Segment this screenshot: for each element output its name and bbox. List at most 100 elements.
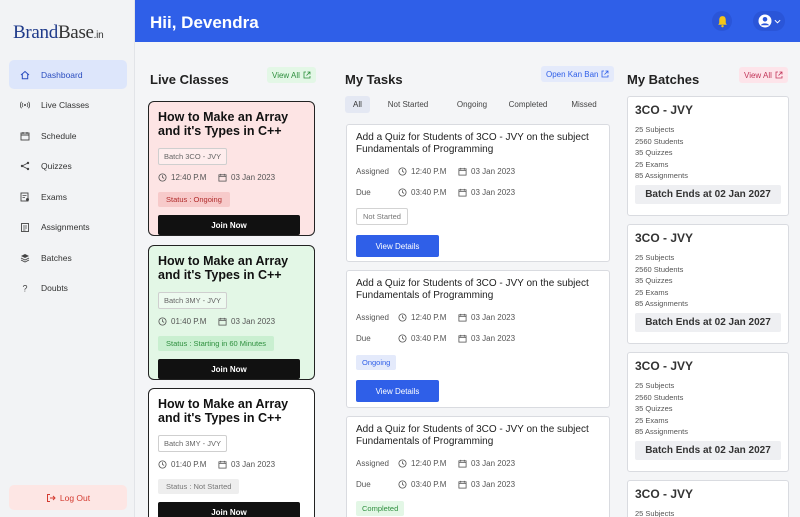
live-classes-view-all-link[interactable]: View All	[267, 67, 316, 83]
clock-icon	[398, 312, 407, 322]
task-card: Add a Quiz for Students of 3CO - JVY on …	[346, 270, 610, 408]
live-class-card: How to Make an Array and it's Types in C…	[148, 388, 315, 517]
sidebar-item-live-classes[interactable]: Live Classes	[9, 91, 127, 120]
task-title: Add a Quiz for Students of 3CO - JVY on …	[356, 278, 589, 301]
broadcast-icon	[17, 97, 33, 113]
batch-exams: 25 Exams	[635, 159, 669, 169]
assigned-date: 03 Jan 2023	[471, 166, 516, 176]
tab-not-started[interactable]: Not Started	[370, 96, 446, 113]
due-label: Due	[356, 479, 371, 489]
sidebar-item-label: Live Classes	[41, 100, 90, 110]
external-link-icon	[775, 71, 783, 79]
clock-icon	[398, 333, 407, 343]
assigned-time: 12:40 P.M	[411, 312, 447, 322]
class-date: 03 Jan 2023	[231, 317, 276, 326]
batch-card[interactable]: 3CO - JVY 25 Subjects 2560 Students 35 Q…	[627, 352, 789, 472]
svg-text:?: ?	[23, 284, 28, 294]
view-details-button[interactable]: View Details	[356, 235, 439, 257]
join-now-button[interactable]: Join Now	[158, 502, 300, 517]
notifications-button[interactable]	[712, 11, 732, 31]
assignment-icon	[17, 219, 33, 235]
task-title: Add a Quiz for Students of 3CO - JVY on …	[356, 132, 589, 155]
logout-label: Log Out	[59, 492, 91, 503]
sidebar-item-exams[interactable]: Exams	[9, 182, 127, 211]
class-title: How to Make an Array and it's Types in C…	[158, 397, 289, 425]
batch-end-date: Batch Ends at 02 Jan 2027	[635, 184, 781, 204]
due-label: Due	[356, 187, 371, 197]
batch-chip: Batch 3MY - JVY	[158, 435, 227, 452]
clock-icon	[398, 479, 407, 489]
profile-menu[interactable]	[753, 11, 785, 31]
class-title: How to Make an Array and it's Types in C…	[158, 254, 289, 282]
assigned-date: 03 Jan 2023	[471, 458, 516, 468]
exam-icon	[17, 189, 33, 205]
greeting: Hii, Devendra	[150, 13, 259, 32]
batch-exams: 25 Exams	[635, 287, 669, 297]
class-time: 01:40 P.M	[171, 460, 207, 469]
sidebar-item-schedule[interactable]: Schedule	[9, 121, 127, 150]
batch-chip: Batch 3CO - JVY	[158, 148, 228, 165]
sidebar-item-label: Doubts	[41, 283, 68, 293]
sidebar-nav: Dashboard Live Classes Schedule Quizzes …	[9, 60, 127, 304]
batch-students: 2560 Students	[635, 264, 684, 274]
sidebar-item-dashboard[interactable]: Dashboard	[9, 60, 127, 89]
due-date: 03 Jan 2023	[471, 333, 516, 343]
batch-students: 2560 Students	[635, 136, 684, 146]
due-time: 03:40 P.M	[411, 333, 447, 343]
task-card: Add a Quiz for Students of 3CO - JVY on …	[346, 124, 610, 262]
layers-icon	[17, 250, 33, 266]
tab-missed[interactable]: Missed	[558, 96, 610, 113]
batch-end-date: Batch Ends at 02 Jan 2027	[635, 440, 781, 460]
batch-assignments: 85 Assignments	[635, 427, 688, 436]
share-icon	[17, 158, 33, 174]
view-details-button[interactable]: View Details	[356, 380, 439, 402]
calendar-icon	[218, 317, 227, 326]
batch-name: 3CO - JVY	[635, 103, 694, 117]
batch-exams: 25 Exams	[635, 415, 669, 425]
batch-card[interactable]: 3CO - JVY 25 Subjects 2560 Students 35 Q…	[627, 224, 789, 344]
batch-card[interactable]: 3CO - JVY 25 Subjects 2560 Students 35 Q…	[627, 96, 789, 216]
calendar-icon	[218, 460, 227, 469]
status-badge: Not Started	[356, 208, 408, 225]
join-now-button[interactable]: Join Now	[158, 215, 300, 235]
assigned-time: 12:40 P.M	[411, 166, 447, 176]
batch-subjects: 25 Subjects	[635, 509, 675, 517]
calendar-icon	[17, 128, 33, 144]
view-all-label: View All	[272, 70, 300, 80]
class-time: 12:40 P.M	[171, 173, 207, 182]
clock-icon	[398, 187, 407, 197]
assigned-label: Assigned	[356, 458, 389, 468]
assigned-time: 12:40 P.M	[411, 458, 447, 468]
sidebar-item-assignments[interactable]: Assignments	[9, 213, 127, 242]
external-link-icon	[303, 71, 311, 79]
batches-view-all-link[interactable]: View All	[739, 67, 788, 83]
due-date: 03 Jan 2023	[471, 187, 516, 197]
batch-assignments: 85 Assignments	[635, 299, 688, 308]
due-date: 03 Jan 2023	[471, 479, 516, 489]
sidebar-item-label: Assignments	[41, 222, 90, 232]
tab-ongoing[interactable]: Ongoing	[446, 96, 498, 113]
tab-all[interactable]: All	[345, 96, 370, 113]
sidebar-item-batches[interactable]: Batches	[9, 243, 127, 272]
chevron-down-icon	[774, 19, 780, 24]
open-kanban-link[interactable]: Open Kan Ban	[541, 66, 615, 82]
status-badge: Status : Starting in 60 Minutes	[158, 336, 275, 351]
batch-end-date: Batch Ends at 02 Jan 2027	[635, 312, 781, 332]
open-kanban-label: Open Kan Ban	[546, 69, 599, 79]
batch-subjects: 25 Subjects	[635, 253, 675, 262]
logout-button[interactable]: Log Out	[9, 485, 127, 510]
batch-card[interactable]: 3CO - JVY 25 Subjects	[627, 480, 789, 517]
sidebar-item-doubts[interactable]: ? Doubts	[9, 274, 127, 303]
sidebar-item-label: Batches	[41, 252, 72, 263]
live-classes-title: Live Classes	[150, 72, 229, 87]
tab-completed[interactable]: Completed	[498, 96, 558, 113]
batch-quizzes: 35 Quizzes	[635, 404, 673, 413]
class-date: 03 Jan 2023	[231, 460, 276, 469]
sidebar-item-quizzes[interactable]: Quizzes	[9, 152, 127, 181]
due-label: Due	[356, 333, 371, 343]
batch-subjects: 25 Subjects	[635, 125, 675, 134]
batch-quizzes: 35 Quizzes	[635, 276, 673, 285]
brand-logo[interactable]: BrandBase.in	[13, 22, 104, 44]
join-now-button[interactable]: Join Now	[158, 359, 300, 379]
batch-name: 3CO - JVY	[635, 487, 694, 501]
